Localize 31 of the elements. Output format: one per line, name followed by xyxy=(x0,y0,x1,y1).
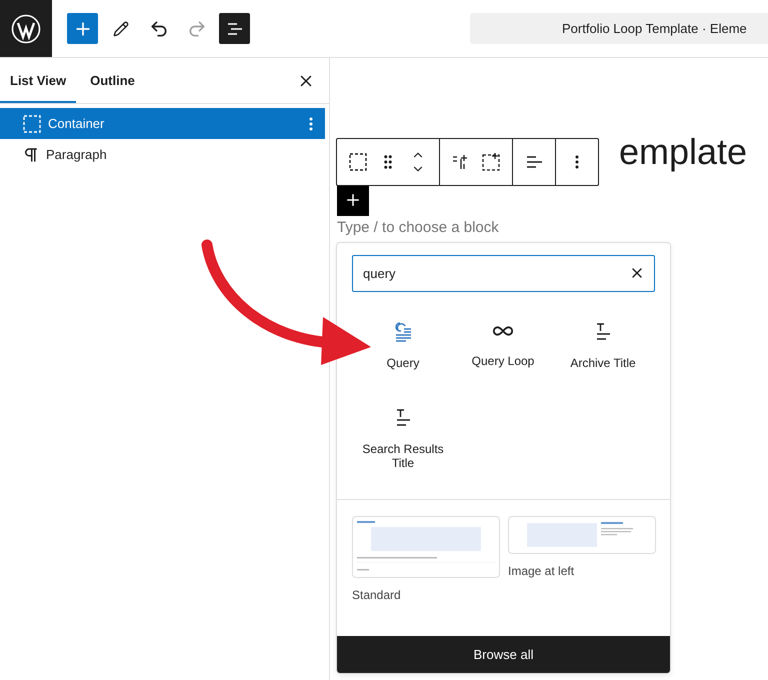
plus-icon xyxy=(344,191,362,209)
more-icon xyxy=(575,155,579,169)
block-option[interactable]: Query xyxy=(353,314,453,394)
search-field[interactable]: query xyxy=(352,255,655,292)
redo-icon xyxy=(186,18,206,38)
add-block-button[interactable] xyxy=(337,184,369,216)
container-icon xyxy=(22,114,42,134)
block-option[interactable]: Query Loop xyxy=(453,314,553,394)
undo-icon xyxy=(148,18,168,38)
list-view-item[interactable]: Container xyxy=(0,108,325,139)
item-label: Paragraph xyxy=(46,147,108,162)
block-option[interactable]: Search Results Title xyxy=(353,400,453,480)
sidebar-tab[interactable]: List View xyxy=(0,58,76,103)
wordpress-logo[interactable] xyxy=(0,0,52,57)
item-label: Container xyxy=(48,116,106,131)
list-view-button[interactable] xyxy=(219,13,250,44)
document-title[interactable]: Portfolio Loop Template · Eleme xyxy=(470,13,768,44)
group-add-icon xyxy=(480,151,502,173)
block-option[interactable]: Archive Title xyxy=(553,314,653,394)
page-heading: emplate xyxy=(619,130,748,174)
wordpress-logo-icon xyxy=(11,14,41,44)
pattern-label: Standard xyxy=(352,588,402,602)
paragraph-icon xyxy=(22,146,40,164)
paragraph-field[interactable]: Type / to choose a block xyxy=(337,219,768,236)
browse-all-button[interactable]: Browse all xyxy=(337,636,670,673)
pattern-label: Image at left xyxy=(508,564,576,578)
container-icon xyxy=(348,152,368,172)
pencil-icon xyxy=(112,20,128,36)
sidebar-tab[interactable]: Outline xyxy=(80,58,145,103)
options-icon[interactable] xyxy=(309,116,313,130)
list-view-item[interactable]: Paragraph xyxy=(0,139,325,170)
